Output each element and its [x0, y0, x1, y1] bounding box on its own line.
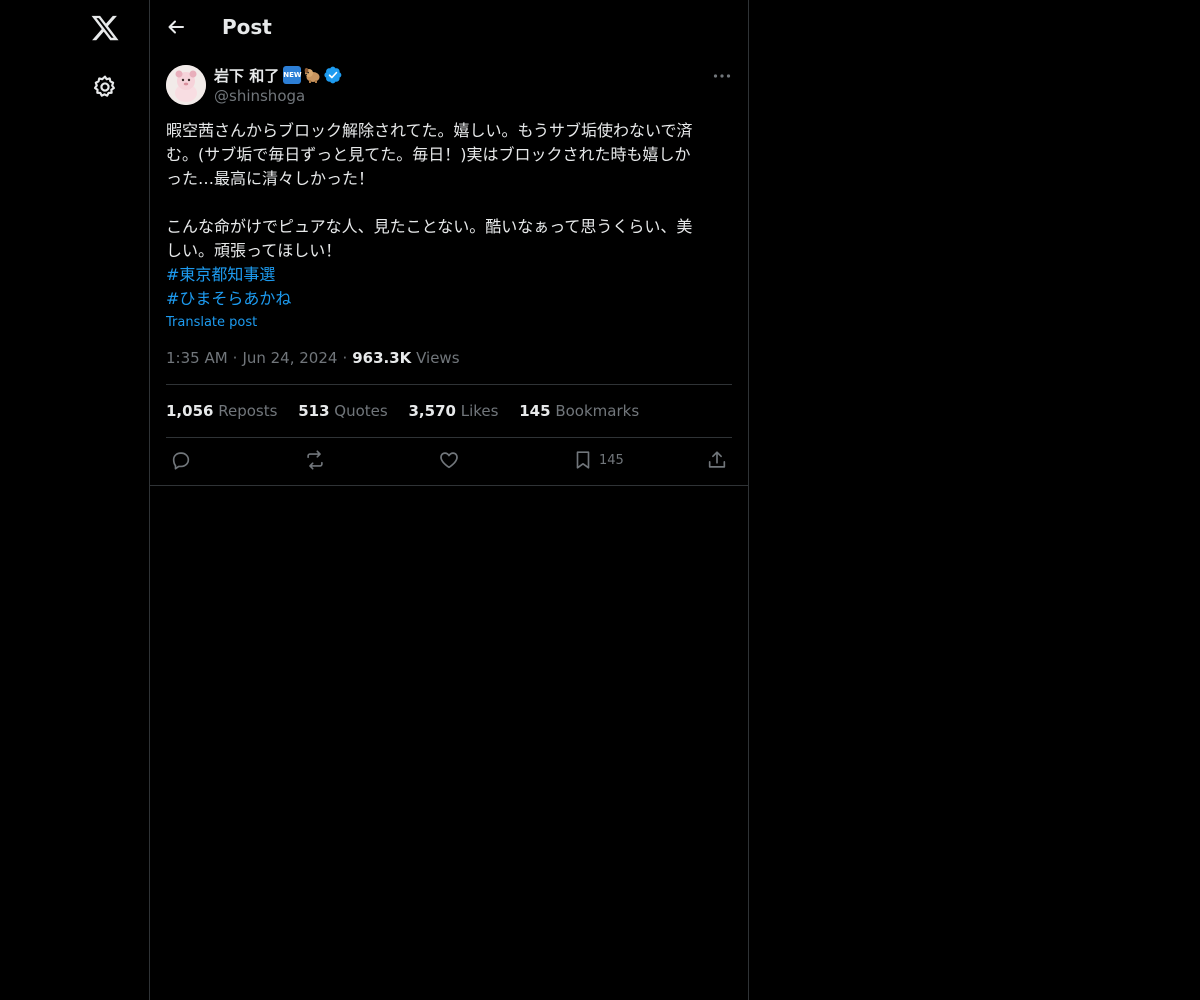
views-label: Views: [416, 349, 460, 367]
post-date[interactable]: Jun 24, 2024: [242, 349, 337, 367]
quotes-label: Quotes: [334, 402, 388, 420]
dog-emoji-icon: [303, 66, 321, 84]
author-name[interactable]: 岩下 和了: [214, 65, 279, 86]
left-nav: [0, 0, 150, 1000]
verified-badge-icon: [324, 66, 342, 84]
divider: [166, 384, 732, 385]
post-text: 暇空茜さんからブロック解除されてた。嬉しい。もうサブ垢使わないで済 む。(サブ垢…: [166, 121, 693, 260]
bookmarks-count: 145: [519, 402, 551, 420]
post-meta: 1:35 AM · Jun 24, 2024 · 963.3K Views: [166, 349, 460, 367]
post-time[interactable]: 1:35 AM: [166, 349, 228, 367]
divider: [166, 437, 732, 438]
reposts-label: Reposts: [218, 402, 278, 420]
translate-post-link[interactable]: Translate post: [166, 314, 257, 332]
quotes-stat[interactable]: 513 Quotes: [298, 401, 388, 421]
more-horizontal-icon: [713, 74, 731, 78]
back-button[interactable]: [164, 15, 188, 39]
likes-label: Likes: [460, 402, 499, 420]
reply-icon: [172, 452, 190, 470]
quotes-count: 513: [298, 402, 330, 420]
likes-stat[interactable]: 3,570 Likes: [409, 401, 499, 421]
more-button[interactable]: [712, 66, 732, 86]
avatar[interactable]: [166, 65, 206, 105]
arrow-left-icon: [168, 20, 184, 34]
repost-button[interactable]: [304, 448, 326, 472]
reply-button[interactable]: [170, 448, 192, 472]
author-handle[interactable]: @shinshoga: [214, 86, 342, 106]
reposts-stat[interactable]: 1,056 Reposts: [166, 401, 277, 421]
share-icon: [708, 451, 726, 468]
author-name-row: 岩下 和了 NEW: [214, 64, 342, 86]
page-header: Post: [150, 0, 748, 54]
gear-icon[interactable]: [92, 74, 118, 100]
page-title: Post: [222, 15, 272, 39]
x-logo-icon[interactable]: [90, 13, 120, 43]
reposts-count: 1,056: [166, 402, 214, 420]
bookmark-button[interactable]: 145: [572, 448, 624, 472]
hashtag-link[interactable]: #ひまそらあかね: [166, 287, 291, 311]
bookmark-icon: [576, 451, 590, 469]
divider: [150, 485, 748, 486]
bookmark-count: 145: [599, 452, 624, 468]
share-button[interactable]: [706, 448, 728, 472]
new-emoji: NEW: [283, 66, 302, 84]
app-root: Post 岩下 和了 NEW @shinshoga 暇空茜さんからブロック解除さ…: [0, 0, 1200, 1000]
action-bar: 145: [166, 448, 732, 476]
like-button[interactable]: [438, 448, 460, 472]
bookmarks-stat[interactable]: 145 Bookmarks: [519, 401, 639, 421]
main-column: Post 岩下 和了 NEW @shinshoga 暇空茜さんからブロック解除さ…: [150, 0, 749, 1000]
repost-icon: [307, 450, 323, 470]
hashtag-link[interactable]: #東京都知事選: [166, 263, 275, 287]
author-block: 岩下 和了 NEW @shinshoga: [214, 64, 342, 106]
likes-count: 3,570: [408, 402, 456, 420]
post-stats: 1,056 Reposts 513 Quotes 3,570 Likes 145…: [166, 401, 655, 421]
bookmarks-label: Bookmarks: [555, 402, 640, 420]
heart-icon: [440, 452, 458, 469]
views-count: 963.3K: [352, 349, 412, 367]
